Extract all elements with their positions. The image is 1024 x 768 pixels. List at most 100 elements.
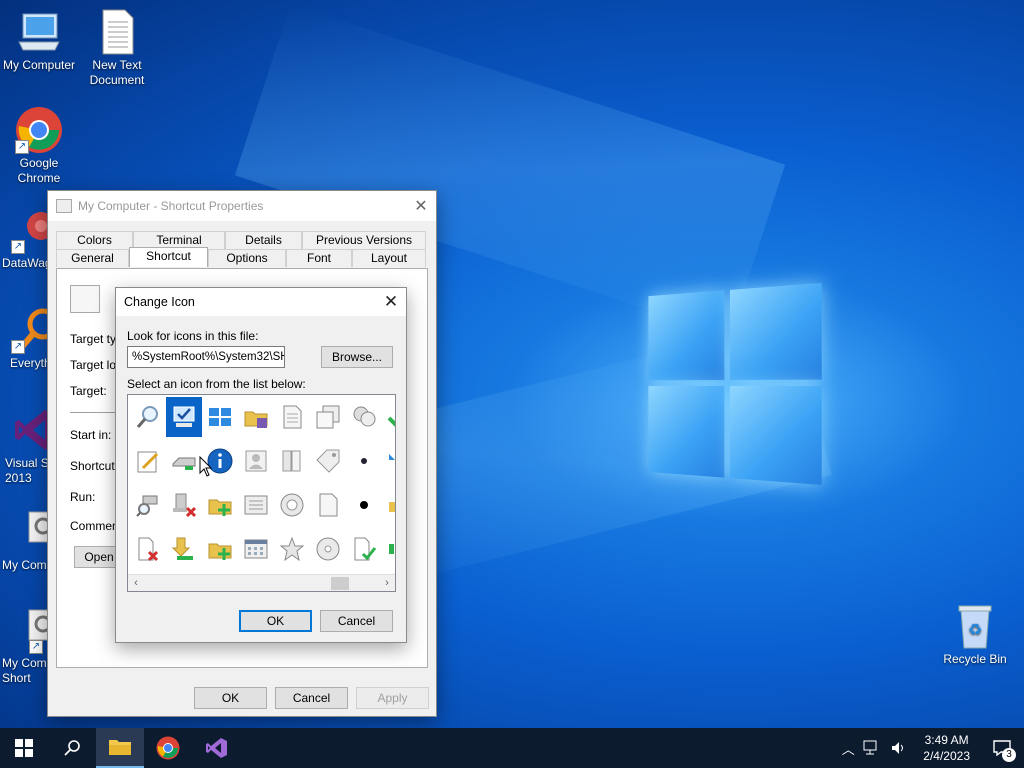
close-icon[interactable]: ✕ <box>376 292 406 312</box>
blank-page-icon[interactable] <box>310 485 346 525</box>
disc-drive-icon[interactable] <box>274 485 310 525</box>
taskbar-chrome[interactable] <box>144 728 192 768</box>
folder-partial-icon[interactable] <box>382 485 395 525</box>
start-in-label: Start in: <box>70 428 112 442</box>
computer-check-icon[interactable] <box>166 397 202 437</box>
notepad-pencil-icon[interactable] <box>130 441 166 481</box>
shortcut-arrow-icon: ↗ <box>11 340 25 354</box>
desktop-icon-label: Google Chrome <box>17 156 61 185</box>
change-icon-cancel-button[interactable]: Cancel <box>320 610 393 632</box>
calendar-icon[interactable] <box>238 529 274 569</box>
close-icon[interactable]: ✕ <box>406 196 436 216</box>
windows-icon[interactable] <box>202 397 238 437</box>
cd-icon[interactable] <box>310 529 346 569</box>
blue-arrow-icon[interactable] <box>382 441 395 481</box>
clock-date: 2/4/2023 <box>923 749 970 763</box>
icon-file-input[interactable]: %SystemRoot%\System32\SHELL32.dll <box>127 346 285 368</box>
document-icon[interactable] <box>274 397 310 437</box>
change-icon-title: Change Icon <box>124 295 195 309</box>
chrome-icon: ↗ <box>15 106 63 154</box>
tab-colors[interactable]: Colors <box>56 231 133 249</box>
scrollbar-thumb[interactable] <box>331 577 349 590</box>
drive-icon[interactable] <box>166 441 202 481</box>
scroll-right-icon[interactable]: › <box>379 575 395 591</box>
tab-layout[interactable]: Layout <box>352 249 426 267</box>
visual-studio-icon <box>206 738 227 758</box>
look-for-icons-label: Look for icons in this file: <box>127 329 259 343</box>
ok-button[interactable]: OK <box>194 687 267 709</box>
system-tray: ︿ 3:49 AM 2/4/2023 3 <box>837 728 1024 768</box>
select-icon-label: Select an icon from the list below: <box>127 377 306 391</box>
search-button[interactable] <box>48 728 96 768</box>
book-icon[interactable] <box>274 441 310 481</box>
desktop-icon-my-computer[interactable]: My Computer <box>0 8 78 73</box>
users-icon[interactable] <box>346 397 382 437</box>
folder-icon <box>109 740 131 755</box>
windows-wallpaper-logo <box>648 282 822 487</box>
network-icon[interactable] <box>863 740 881 756</box>
clock[interactable]: 3:49 AM 2/4/2023 <box>913 732 980 764</box>
page-check-icon[interactable] <box>346 529 382 569</box>
shortcut-arrow-icon: ↗ <box>11 240 25 254</box>
icon-list[interactable]: ‹ › <box>127 394 396 592</box>
taskbar-visual-studio[interactable] <box>192 728 240 768</box>
green-bar-icon[interactable] <box>382 529 395 569</box>
properties-titlebar[interactable]: My Computer - Shortcut Properties ✕ <box>48 191 436 221</box>
scroll-left-icon[interactable]: ‹ <box>128 575 144 591</box>
taskbar: ︿ 3:49 AM 2/4/2023 3 <box>0 728 1024 768</box>
tab-shortcut[interactable]: Shortcut <box>129 247 208 267</box>
tab-general[interactable]: General <box>56 249 129 267</box>
dot-icon[interactable] <box>346 441 382 481</box>
shortcut-arrow-icon: ↗ <box>29 640 43 654</box>
target-label: Target: <box>70 384 107 398</box>
chevron-up-icon[interactable]: ︿ <box>837 739 859 758</box>
cancel-button[interactable]: Cancel <box>275 687 348 709</box>
desktop-icon-label: Recycle Bin <box>943 652 1007 666</box>
change-icon-dialog: Change Icon ✕ Look for icons in this fil… <box>115 287 407 643</box>
tab-options[interactable]: Options <box>208 249 286 267</box>
properties-tabs: Colors Terminal Details Previous Version… <box>56 231 426 267</box>
desktop-icon-recycle-bin[interactable]: ♻ Recycle Bin <box>936 602 1014 667</box>
user-download-icon[interactable] <box>166 529 202 569</box>
desktop-icon-google-chrome[interactable]: ↗ Google Chrome <box>0 106 78 186</box>
magnifier-icon[interactable] <box>130 397 166 437</box>
properties-title: My Computer - Shortcut Properties <box>78 199 264 213</box>
desktop-icon-new-text-document[interactable]: New Text Document <box>78 8 156 88</box>
apply-button[interactable]: Apply <box>356 687 429 709</box>
list-window-icon[interactable] <box>238 485 274 525</box>
network-search-icon[interactable] <box>130 485 166 525</box>
change-icon-titlebar[interactable]: Change Icon ✕ <box>116 288 406 316</box>
folder-add-icon[interactable] <box>202 485 238 525</box>
folder-arrow-icon[interactable] <box>202 529 238 569</box>
gear-computer-icon <box>70 285 100 313</box>
notification-center-button[interactable]: 3 <box>980 728 1024 768</box>
shortcut-arrow-icon: ↗ <box>15 140 29 154</box>
green-check-icon[interactable] <box>382 397 395 437</box>
tab-details[interactable]: Details <box>225 231 302 249</box>
taskbar-file-explorer[interactable] <box>96 728 144 768</box>
clock-time: 3:49 AM <box>924 733 969 747</box>
star-icon[interactable] <box>274 529 310 569</box>
text-document-icon <box>93 8 141 56</box>
drive-remove-icon[interactable] <box>166 485 202 525</box>
mouse-cursor-icon <box>199 456 213 477</box>
separator <box>70 412 120 413</box>
start-button[interactable] <box>0 728 48 768</box>
window-copy-icon[interactable] <box>310 397 346 437</box>
run-label: Run: <box>70 490 96 504</box>
computer-icon <box>15 8 63 56</box>
tab-previous-versions[interactable]: Previous Versions <box>302 231 426 249</box>
browse-button[interactable]: Browse... <box>321 346 393 368</box>
black-dot-icon[interactable] <box>346 485 382 525</box>
search-icon <box>64 740 80 756</box>
tag-icon[interactable] <box>310 441 346 481</box>
recycle-bin-icon: ♻ <box>951 602 999 650</box>
change-icon-ok-button[interactable]: OK <box>239 610 312 632</box>
folder-disk-icon[interactable] <box>238 397 274 437</box>
volume-icon[interactable] <box>891 740 907 756</box>
user-icon[interactable] <box>238 441 274 481</box>
page-x-icon[interactable] <box>130 529 166 569</box>
tab-font[interactable]: Font <box>286 249 352 267</box>
desktop-icon-label: My Computer <box>2 58 76 72</box>
horizontal-scrollbar[interactable]: ‹ › <box>128 574 395 591</box>
